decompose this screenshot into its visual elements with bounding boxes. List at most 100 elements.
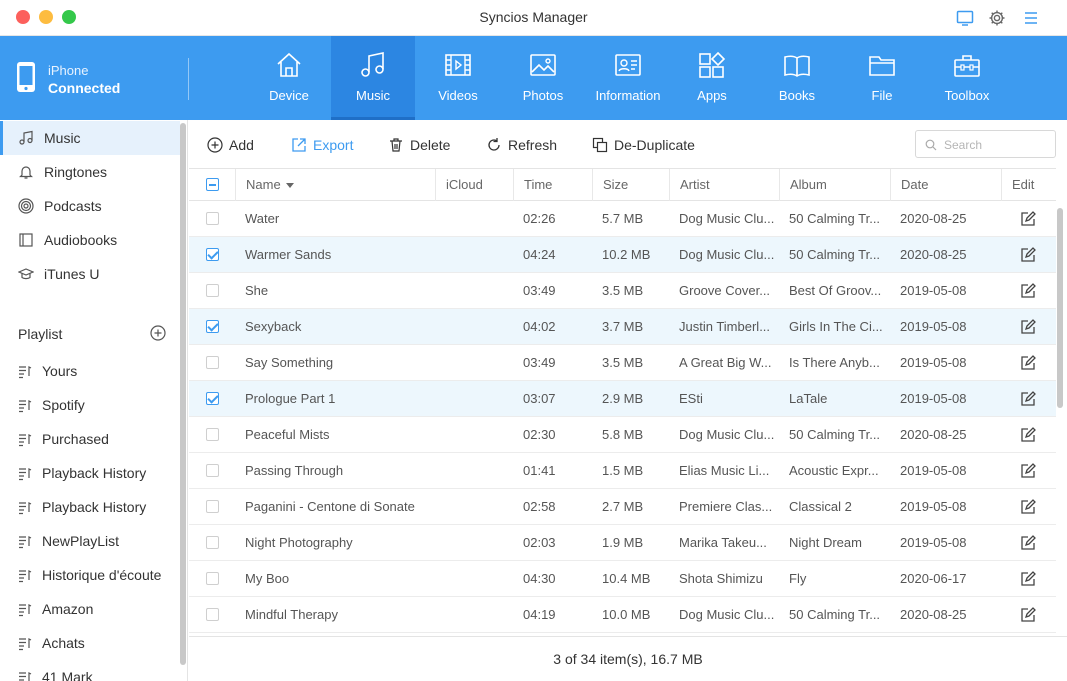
cell-album: 50 Calming Tr... bbox=[789, 211, 881, 226]
search-input[interactable] bbox=[944, 136, 1048, 153]
row-checkbox[interactable] bbox=[206, 212, 219, 225]
row-checkbox[interactable] bbox=[206, 248, 219, 261]
sidebar-item-music[interactable]: Music bbox=[0, 121, 180, 155]
nav-label: Apps bbox=[697, 88, 727, 103]
gear-icon[interactable] bbox=[986, 7, 1008, 29]
edit-icon[interactable] bbox=[1020, 571, 1036, 590]
nav-information[interactable]: Information bbox=[586, 36, 670, 120]
row-checkbox[interactable] bbox=[206, 356, 219, 369]
edit-icon[interactable] bbox=[1020, 247, 1036, 266]
table-row[interactable]: Sexyback 04:02 3.7 MB Justin Timberl... Girl… bbox=[189, 309, 1056, 345]
search-box[interactable] bbox=[915, 130, 1056, 158]
cell-date: 2019-05-08 bbox=[900, 283, 967, 298]
edit-icon[interactable] bbox=[1020, 607, 1036, 626]
playlist-item[interactable]: Spotify bbox=[0, 389, 180, 423]
sidebar-item-itunes-u[interactable]: iTunes U bbox=[0, 257, 180, 291]
column-header-name[interactable]: Name bbox=[235, 169, 435, 201]
contact-card-icon bbox=[615, 54, 641, 76]
delete-button[interactable]: Delete bbox=[388, 136, 450, 154]
cell-date: 2019-05-08 bbox=[900, 319, 967, 334]
playlist-item[interactable]: Purchased bbox=[0, 423, 180, 457]
table-row[interactable]: Passing Through 01:41 1.5 MB Elias Music Li… bbox=[189, 453, 1056, 489]
device-panel[interactable]: iPhone Connected bbox=[0, 36, 190, 120]
playlist-item[interactable]: Historique d'écoute bbox=[0, 559, 180, 593]
playlist-item[interactable]: Playback History bbox=[0, 491, 180, 525]
column-header-album[interactable]: Album bbox=[779, 169, 890, 201]
row-checkbox[interactable] bbox=[206, 572, 219, 585]
column-header-size[interactable]: Size bbox=[592, 169, 669, 201]
nav-music[interactable]: Music bbox=[331, 36, 415, 120]
sidebar-item-ringtones[interactable]: Ringtones bbox=[0, 155, 180, 189]
table-row[interactable]: Mindful Therapy 04:19 10.0 MB Dog Music Clu… bbox=[189, 597, 1056, 633]
edit-icon[interactable] bbox=[1020, 319, 1036, 338]
export-button[interactable]: Export bbox=[291, 136, 353, 154]
row-checkbox[interactable] bbox=[206, 464, 219, 477]
table-row[interactable]: She 03:49 3.5 MB Groove Cover... Best Of Gro… bbox=[189, 273, 1056, 309]
table-scrollbar[interactable] bbox=[1056, 168, 1064, 633]
edit-icon[interactable] bbox=[1020, 283, 1036, 302]
cell-date: 2019-05-08 bbox=[900, 535, 967, 550]
playlist-item[interactable]: Playback History bbox=[0, 457, 180, 491]
playlist-item[interactable]: NewPlayList bbox=[0, 525, 180, 559]
edit-icon[interactable] bbox=[1020, 463, 1036, 482]
nav-photos[interactable]: Photos bbox=[501, 36, 585, 120]
edit-icon[interactable] bbox=[1020, 355, 1036, 374]
column-header-time[interactable]: Time bbox=[513, 169, 592, 201]
sidebar-item-audiobooks[interactable]: Audiobooks bbox=[0, 223, 180, 257]
nav-toolbox[interactable]: Toolbox bbox=[925, 36, 1009, 120]
de-duplicate-button[interactable]: De-Duplicate bbox=[592, 136, 695, 154]
export-label: Export bbox=[313, 137, 354, 153]
table-row[interactable]: Prologue Part 1 03:07 2.9 MB ESti LaTale 2019… bbox=[189, 381, 1056, 417]
playlist-item[interactable]: 41 Mark bbox=[0, 661, 180, 681]
playlist-item[interactable]: Achats bbox=[0, 627, 180, 661]
sidebar-item-podcasts[interactable]: Podcasts bbox=[0, 189, 180, 223]
search-icon bbox=[925, 139, 937, 151]
menu-icon[interactable] bbox=[1020, 7, 1042, 29]
cell-size: 10.4 MB bbox=[602, 571, 651, 586]
screen-icon[interactable] bbox=[954, 7, 976, 29]
row-checkbox[interactable] bbox=[206, 608, 219, 621]
cell-icloud bbox=[435, 489, 513, 524]
nav-file[interactable]: File bbox=[840, 36, 924, 120]
table-row[interactable]: Water 02:26 5.7 MB Dog Music Clu... 50 Calmi… bbox=[189, 201, 1056, 237]
add-playlist-icon[interactable] bbox=[150, 325, 166, 341]
table-row[interactable]: Say Something 03:49 3.5 MB A Great Big W...… bbox=[189, 345, 1056, 381]
nav-device[interactable]: Device bbox=[247, 36, 331, 120]
column-header-date[interactable]: Date bbox=[890, 169, 1001, 201]
graduation-cap-icon bbox=[18, 268, 34, 280]
column-header-icloud[interactable]: iCloud bbox=[435, 169, 513, 201]
nav-apps[interactable]: Apps bbox=[670, 36, 754, 120]
table-row[interactable]: Paganini - Centone di Sonate 02:58 2.7 MB P… bbox=[189, 489, 1056, 525]
edit-icon[interactable] bbox=[1020, 535, 1036, 554]
row-checkbox[interactable] bbox=[206, 500, 219, 513]
edit-icon[interactable] bbox=[1020, 211, 1036, 230]
table-row[interactable]: My Boo 04:30 10.4 MB Shota Shimizu Fly 2020-0… bbox=[189, 561, 1056, 597]
playlist-item[interactable]: Yours bbox=[0, 355, 180, 389]
nav-videos[interactable]: Videos bbox=[416, 36, 500, 120]
table-row[interactable]: Warmer Sands 04:24 10.2 MB Dog Music Clu...… bbox=[189, 237, 1056, 273]
playlist-label: Purchased bbox=[42, 431, 109, 447]
add-button[interactable]: Add bbox=[207, 136, 254, 154]
select-all-checkbox[interactable] bbox=[206, 178, 219, 191]
row-checkbox[interactable] bbox=[206, 284, 219, 297]
nav-books[interactable]: Books bbox=[755, 36, 839, 120]
column-header-artist[interactable]: Artist bbox=[669, 169, 779, 201]
table-row[interactable]: Night Photography 02:03 1.9 MB Marika Takeu… bbox=[189, 525, 1056, 561]
cell-icloud bbox=[435, 525, 513, 560]
row-checkbox[interactable] bbox=[206, 536, 219, 549]
row-checkbox[interactable] bbox=[206, 320, 219, 333]
edit-icon[interactable] bbox=[1020, 427, 1036, 446]
refresh-button[interactable]: Refresh bbox=[486, 136, 557, 154]
table-scrollbar-thumb[interactable] bbox=[1057, 208, 1063, 408]
row-checkbox[interactable] bbox=[206, 392, 219, 405]
bell-icon bbox=[19, 166, 33, 179]
edit-icon[interactable] bbox=[1020, 391, 1036, 410]
sidebar-scrollbar[interactable] bbox=[180, 123, 186, 665]
table-row[interactable]: Peaceful Mists 02:30 5.8 MB Dog Music Clu..… bbox=[189, 417, 1056, 453]
row-checkbox[interactable] bbox=[206, 428, 219, 441]
cell-name: My Boo bbox=[245, 571, 290, 586]
edit-icon[interactable] bbox=[1020, 499, 1036, 518]
playlist-item[interactable]: Amazon bbox=[0, 593, 180, 627]
cell-icloud bbox=[435, 345, 513, 380]
playlist-icon bbox=[19, 536, 32, 549]
